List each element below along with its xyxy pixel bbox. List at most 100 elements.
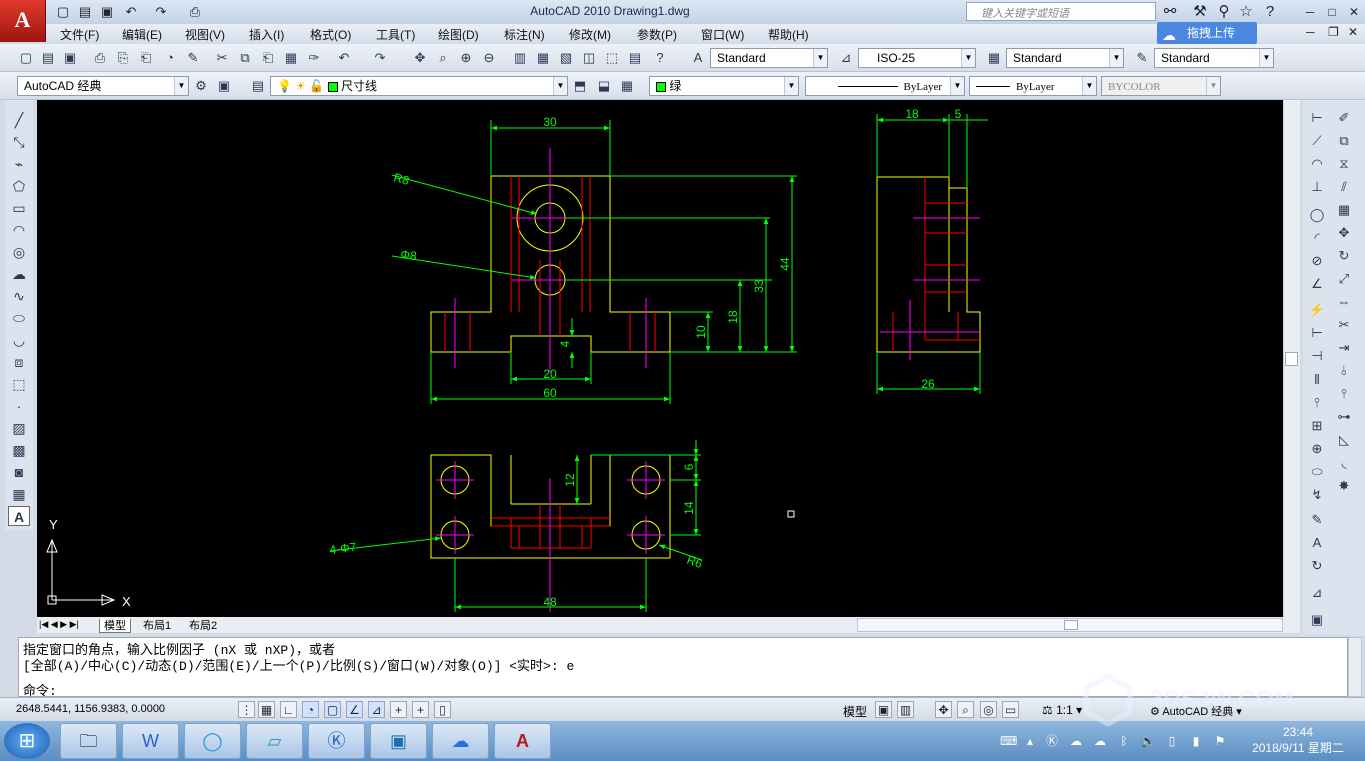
dim-style-icon[interactable]: ⊿: [1306, 583, 1328, 603]
dim-text-edit-icon[interactable]: A: [1306, 533, 1328, 553]
copy-object-icon[interactable]: ⧉: [1333, 131, 1355, 151]
publish-icon[interactable]: ⎗: [136, 48, 156, 68]
application-menu-button[interactable]: A: [0, 0, 46, 42]
tray-bluetooth-icon[interactable]: ᛒ: [1116, 733, 1132, 749]
chamfer-icon[interactable]: ◺: [1333, 430, 1355, 450]
pan-status-icon[interactable]: ✥: [935, 701, 952, 718]
layer-previous-icon[interactable]: ⬓: [594, 76, 614, 96]
mleader-style-icon[interactable]: ✎: [1132, 48, 1152, 68]
hscroll-thumb[interactable]: [1064, 620, 1078, 630]
dim-style-select[interactable]: ISO-25 ▼: [858, 48, 976, 68]
dim-override-icon[interactable]: ▣: [1306, 610, 1328, 630]
menu-modify[interactable]: 修改(M): [569, 26, 611, 43]
menu-edit[interactable]: 编辑(E): [122, 26, 162, 43]
line-icon[interactable]: ╱: [8, 110, 30, 130]
stretch-icon[interactable]: ⇔: [1333, 292, 1355, 312]
erase-icon[interactable]: ✐: [1333, 108, 1355, 128]
mirror-icon[interactable]: ⧖: [1333, 154, 1355, 174]
close-icon[interactable]: ✕: [1344, 2, 1364, 22]
dim-update-icon[interactable]: ↻: [1306, 556, 1328, 576]
redo-icon[interactable]: ↷: [370, 48, 390, 68]
paste-block-icon[interactable]: ▦: [281, 48, 301, 68]
etransmit-icon[interactable]: ✎: [183, 48, 203, 68]
scale-icon[interactable]: ⤢: [1333, 269, 1355, 289]
plot-icon[interactable]: ⎙: [186, 3, 204, 21]
tray-network-icon[interactable]: ▯: [1164, 733, 1180, 749]
menu-tools[interactable]: 工具(T): [376, 26, 415, 43]
gradient-icon[interactable]: ▩: [8, 440, 30, 460]
construction-line-icon[interactable]: ⤡: [8, 132, 30, 152]
doc-close-icon[interactable]: ✕: [1348, 25, 1358, 39]
menu-file[interactable]: 文件(F): [60, 26, 99, 43]
tray-volume-icon[interactable]: 🔈: [1140, 733, 1156, 749]
rotate-icon[interactable]: ↻: [1333, 246, 1355, 266]
properties-icon[interactable]: ▥: [510, 48, 530, 68]
vertical-scrollbar[interactable]: [1283, 100, 1300, 617]
ortho-mode-icon[interactable]: ∟: [280, 701, 297, 718]
designcenter-icon[interactable]: ▦: [533, 48, 553, 68]
layout-list-icon[interactable]: ▥: [897, 701, 914, 718]
array-icon[interactable]: ▦: [1333, 200, 1355, 220]
tab-layout2[interactable]: 布局2: [185, 619, 221, 633]
taskbar-browser-icon[interactable]: ◯: [184, 723, 241, 759]
matchprop-icon[interactable]: ✑: [304, 48, 324, 68]
tolerance-icon[interactable]: ⊞: [1306, 416, 1328, 436]
print-icon[interactable]: ⎙: [90, 48, 110, 68]
tray-keyboard-icon[interactable]: ⌨: [1000, 733, 1017, 749]
arc-icon[interactable]: ◠: [8, 220, 30, 240]
minimize-icon[interactable]: ─: [1300, 2, 1320, 22]
layer-select[interactable]: 💡 ☀ 🔓 尺寸线 ▼: [270, 76, 568, 96]
dim-ordinate-icon[interactable]: ⊥: [1306, 177, 1328, 197]
explode-icon[interactable]: ✸: [1333, 476, 1355, 496]
dim-radius-icon[interactable]: ◯: [1306, 205, 1328, 225]
circle-icon[interactable]: ◎: [8, 242, 30, 262]
polyline-icon[interactable]: ⌁: [8, 154, 30, 174]
menu-draw[interactable]: 绘图(D): [438, 26, 479, 43]
pan-icon[interactable]: ✥: [410, 48, 430, 68]
menu-help[interactable]: 帮助(H): [768, 26, 809, 43]
open-icon[interactable]: ▤: [38, 48, 58, 68]
rectangle-icon[interactable]: ▭: [8, 198, 30, 218]
join-icon[interactable]: ⊶: [1333, 407, 1355, 427]
table-style-icon[interactable]: ▦: [984, 48, 1004, 68]
quickcalc-icon[interactable]: ▤: [625, 48, 645, 68]
markup-icon[interactable]: ⬚: [602, 48, 622, 68]
table-style-select[interactable]: Standard ▼: [1006, 48, 1124, 68]
make-current-icon[interactable]: ⬒: [570, 76, 590, 96]
undo-icon[interactable]: ↶: [334, 48, 354, 68]
taskbar-baidu-netdisk-icon[interactable]: ☁: [432, 723, 489, 759]
doc-minimize-icon[interactable]: ─: [1306, 25, 1315, 39]
point-icon[interactable]: ·: [8, 396, 30, 416]
tab-layout1[interactable]: 布局1: [139, 619, 175, 633]
snap-mode-icon[interactable]: ⋮: [238, 701, 255, 718]
fillet-icon[interactable]: ◟: [1333, 453, 1355, 473]
dim-continue-icon[interactable]: ⊣: [1306, 346, 1328, 366]
linetype-select[interactable]: ByLayer ▼: [805, 76, 965, 96]
dynamic-input-icon[interactable]: +: [390, 701, 407, 718]
polar-tracking-icon[interactable]: ◔: [302, 701, 319, 718]
community-icon[interactable]: ⚲: [1214, 2, 1234, 22]
object-snap-icon[interactable]: ▢: [324, 701, 341, 718]
plot-preview-icon[interactable]: ⎘: [113, 48, 133, 68]
copy-icon[interactable]: ⧉: [235, 48, 255, 68]
dim-diameter-icon[interactable]: ⊘: [1306, 251, 1328, 271]
extend-icon[interactable]: ⇥: [1333, 338, 1355, 358]
dim-linear-icon[interactable]: ⊢: [1306, 108, 1328, 128]
cut-icon[interactable]: ✂: [212, 48, 232, 68]
menu-format[interactable]: 格式(O): [310, 26, 351, 43]
steeringwheel-icon[interactable]: ◎: [980, 701, 997, 718]
drawing-canvas[interactable]: 30 R8 Φ8 44 33 18 10 4 20 60 18 5 26 12 …: [37, 100, 1283, 617]
text-style-icon[interactable]: A: [688, 48, 708, 68]
dim-space-icon[interactable]: ⫴: [1306, 370, 1328, 390]
doc-restore-icon[interactable]: ❐: [1328, 25, 1339, 39]
save-icon[interactable]: ▣: [60, 48, 80, 68]
3d-dwf-icon[interactable]: ◔: [160, 48, 180, 68]
zoom-window-icon[interactable]: ⊕: [456, 48, 476, 68]
ellipse-arc-icon[interactable]: ◡: [8, 330, 30, 350]
dim-arc-icon[interactable]: ◠: [1306, 154, 1328, 174]
tab-nav-arrows[interactable]: |◀ ◀ ▶ ▶|: [39, 619, 79, 630]
model-space-label[interactable]: 模型: [843, 703, 867, 720]
open-file-icon[interactable]: ▤: [76, 3, 94, 21]
tray-k-icon[interactable]: Ⓚ: [1044, 733, 1060, 749]
start-button[interactable]: ⊞: [4, 723, 50, 759]
